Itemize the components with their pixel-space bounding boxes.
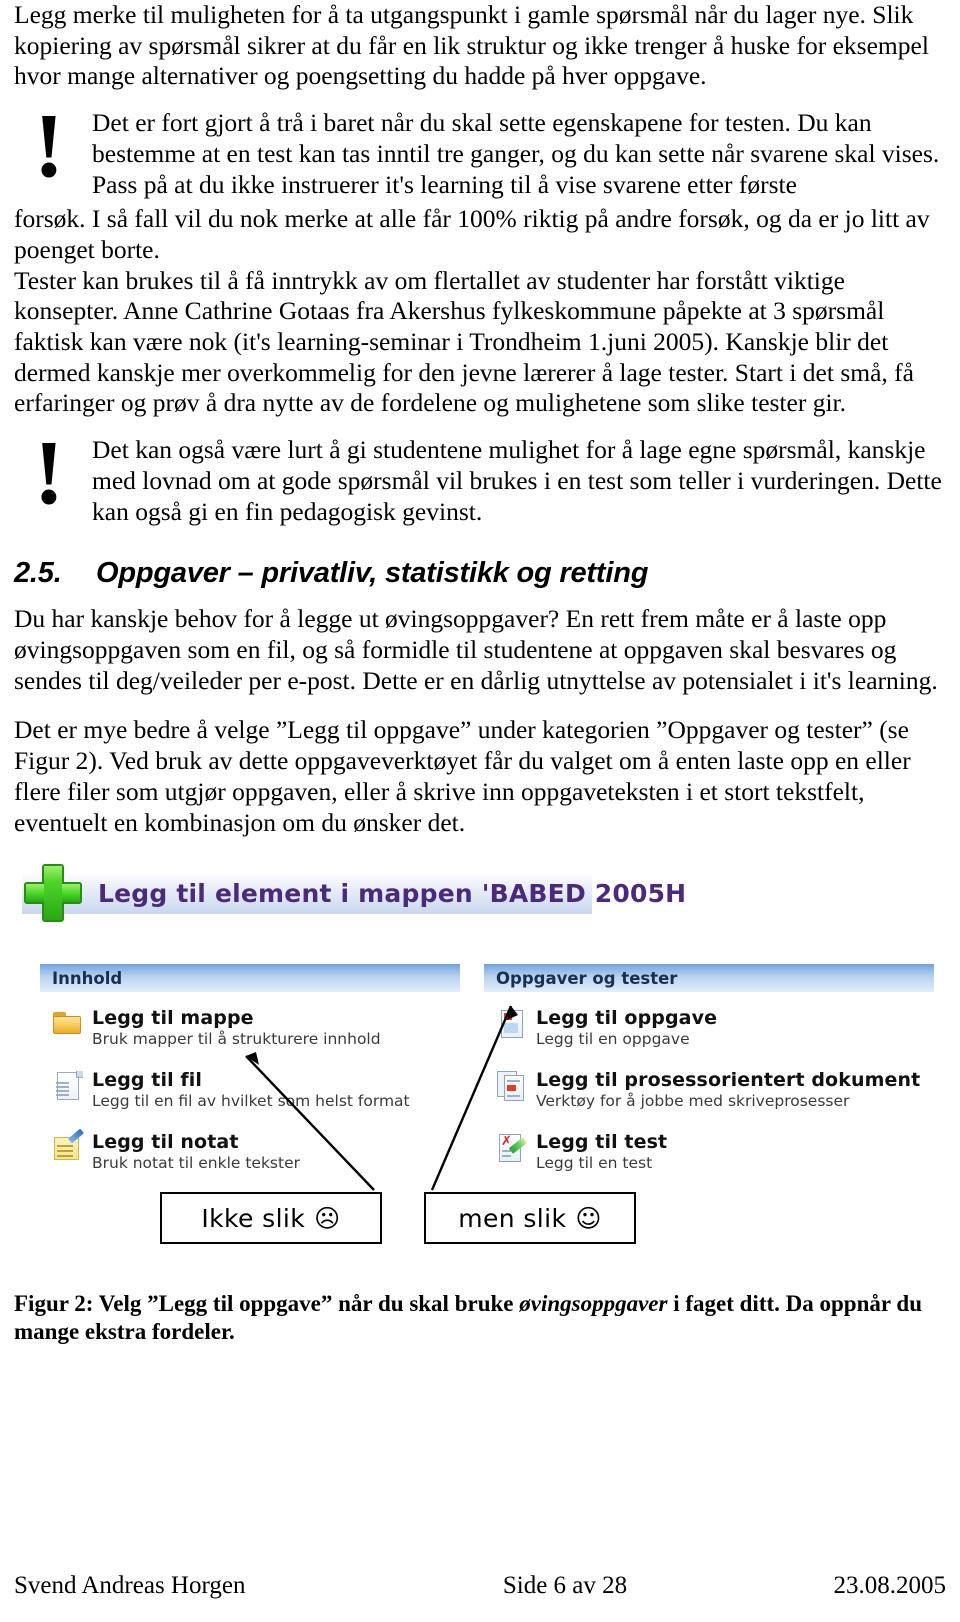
frowning-face-icon: ☹ bbox=[314, 1203, 341, 1233]
add-plus-icon bbox=[22, 862, 84, 924]
document-page: Legg merke til muligheten for å ta utgan… bbox=[0, 0, 960, 1622]
menu-item-legg-til-prosessorientert-dokument[interactable]: Legg til prosessorientert dokument Verkt… bbox=[484, 1070, 934, 1116]
smiling-face-icon: ☺ bbox=[575, 1203, 602, 1233]
menu-item-legg-til-notat[interactable]: Legg til notat Bruk notat til enkle teks… bbox=[40, 1128, 460, 1178]
section-heading: 2.5. Oppgaver – privatliv, statistikk og… bbox=[14, 557, 946, 590]
annotation-label: men slik bbox=[458, 1203, 567, 1233]
file-icon bbox=[52, 1070, 84, 1102]
callout-tip-1-tail: forsøk. I så fall vil du nok merke at al… bbox=[14, 204, 930, 264]
callout-tip-1-text: Det er fort gjort å trå i baret når du s… bbox=[92, 108, 940, 199]
menu-item-label: Legg til notat bbox=[92, 1131, 239, 1154]
menu-item-legg-til-oppgave[interactable]: Legg til oppgave Legg til en oppgave bbox=[484, 1008, 934, 1054]
callout-tip-1: ! Det er fort gjort å trå i baret når du… bbox=[14, 99, 946, 204]
note-icon bbox=[52, 1128, 85, 1164]
annotation-ikke-slik: Ikke slik ☹ bbox=[160, 1192, 382, 1245]
footer-date: 23.08.2005 bbox=[833, 1572, 947, 1599]
menu-item-legg-til-fil[interactable]: Legg til fil Legg til en fil av hvilket … bbox=[40, 1070, 460, 1116]
section-title: Oppgaver – privatliv, statistikk og rett… bbox=[96, 557, 649, 590]
figure-title-bar: Legg til element i mappen 'BABED 2005H bbox=[22, 872, 686, 915]
paragraph-assignments-better: Det er mye bedre å velge ”Legg til oppga… bbox=[14, 715, 911, 837]
menu-item-label: Legg til oppgave bbox=[536, 1007, 718, 1030]
menu-item-label: Legg til fil bbox=[92, 1069, 203, 1092]
footer-page-number: Side 6 av 28 bbox=[502, 1572, 628, 1599]
menu-item-description: Legg til en oppgave bbox=[536, 1030, 690, 1049]
menu-item-description: Bruk notat til enkle tekster bbox=[92, 1154, 300, 1173]
figure-caption: Figur 2: Velg ”Legg til oppgave” når du … bbox=[14, 1290, 946, 1346]
section-header-innhold: Innhold bbox=[40, 964, 460, 993]
column-oppgaver-og-tester: Oppgaver og tester Legg til oppgave Legg… bbox=[484, 964, 934, 1178]
paragraph-intro: Legg merke til muligheten for å ta utgan… bbox=[14, 0, 929, 91]
menu-item-description: Verktøy for å jobbe med skriveprosesser bbox=[536, 1092, 850, 1111]
column-innhold: Innhold Legg til mappe Bruk mapper til å… bbox=[40, 964, 460, 1178]
figure-caption-italic: øvingsoppgaver bbox=[519, 1291, 668, 1317]
assignment-icon bbox=[496, 1008, 528, 1040]
menu-item-legg-til-mappe[interactable]: Legg til mappe Bruk mapper til å struktu… bbox=[40, 1008, 460, 1054]
menu-item-legg-til-test[interactable]: ✗ Legg til test Legg til en test bbox=[484, 1132, 934, 1178]
menu-item-description: Legg til en test bbox=[536, 1154, 653, 1173]
figure-2-screenshot: Legg til element i mappen 'BABED 2005H I… bbox=[14, 860, 944, 1281]
folder-icon bbox=[52, 1008, 84, 1040]
figure-caption-prefix: Figur 2: Velg ”Legg til oppgave” når du … bbox=[14, 1291, 520, 1317]
menu-item-description: Bruk mapper til å strukturere innhold bbox=[92, 1030, 381, 1049]
paragraph-assignments-intro: Du har kanskje behov for å legge ut øvin… bbox=[14, 604, 938, 695]
menu-item-label: Legg til test bbox=[536, 1131, 668, 1154]
menu-item-label: Legg til mappe bbox=[92, 1007, 254, 1030]
section-number: 2.5. bbox=[14, 557, 62, 590]
callout-tip-2-text: Det kan også være lurt å gi studentene m… bbox=[92, 435, 942, 526]
menu-item-description: Legg til en fil av hvilket som helst for… bbox=[92, 1092, 410, 1111]
callout-tip-2: ! Det kan også være lurt å gi studentene… bbox=[14, 426, 946, 531]
section-header-oppgaver-og-tester: Oppgaver og tester bbox=[484, 964, 934, 993]
annotation-label: Ikke slik bbox=[201, 1203, 306, 1233]
page-footer: Svend Andreas Horgen Side 6 av 28 23.08.… bbox=[14, 1572, 946, 1600]
paragraph-tests: Tester kan brukes til å få inntrykk av o… bbox=[14, 265, 914, 418]
test-icon: ✗ bbox=[496, 1132, 528, 1164]
exclamation-mark-icon: ! bbox=[33, 94, 65, 197]
footer-author: Svend Andreas Horgen bbox=[14, 1572, 246, 1599]
process-document-icon bbox=[496, 1070, 528, 1102]
annotation-men-slik: men slik ☺ bbox=[424, 1192, 636, 1245]
menu-item-label: Legg til prosessorientert dokument bbox=[536, 1069, 921, 1092]
exclamation-mark-icon: ! bbox=[33, 421, 65, 524]
figure-window-title: Legg til element i mappen 'BABED 2005H bbox=[98, 878, 687, 908]
